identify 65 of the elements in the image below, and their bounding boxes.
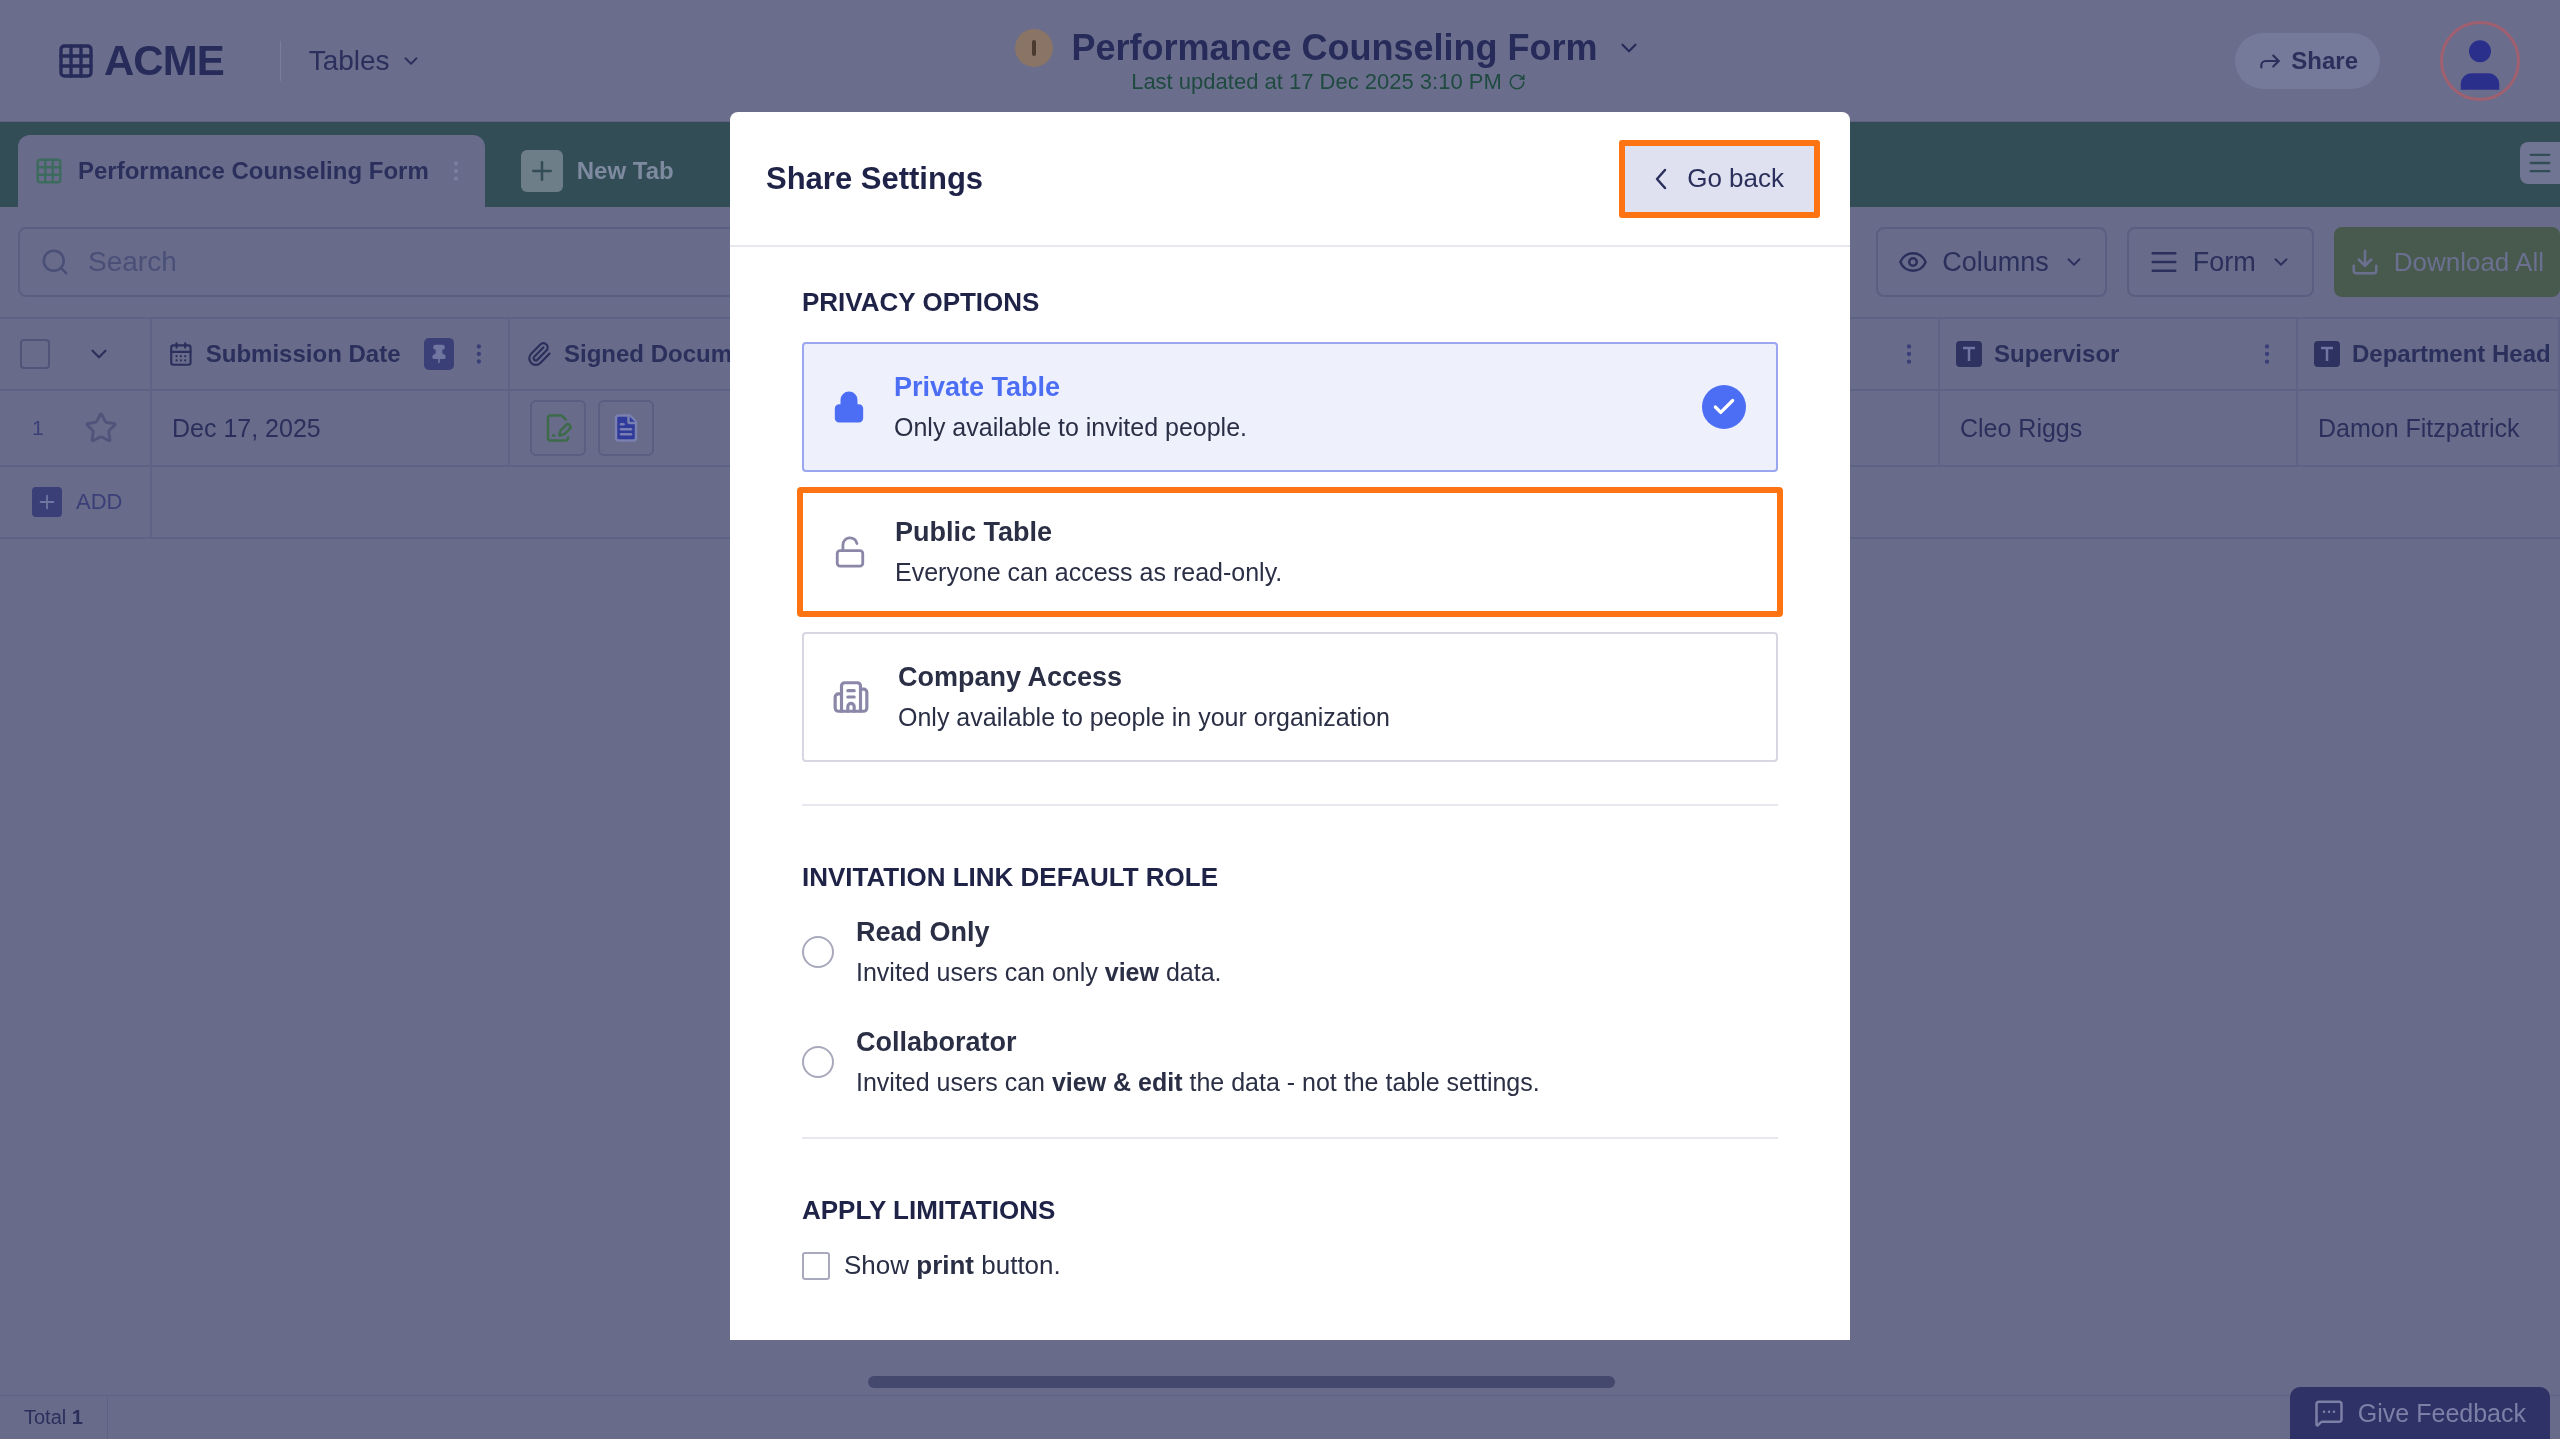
refresh-icon[interactable]: [1507, 72, 1526, 91]
dialog-title: Share Settings: [766, 160, 984, 197]
menu-button[interactable]: [2520, 142, 2560, 184]
text-type-icon: [2314, 341, 2340, 367]
tables-nav[interactable]: Tables: [279, 40, 422, 81]
give-feedback-button[interactable]: Give Feedback: [2289, 1387, 2550, 1439]
privacy-option[interactable]: Company Access Only available to people in your organization: [802, 632, 1778, 762]
plus-icon: [520, 150, 563, 192]
check-icon: [1702, 385, 1746, 429]
search-icon: [40, 247, 70, 277]
share-button[interactable]: Share: [2235, 32, 2380, 89]
signed-file-icon[interactable]: [530, 400, 586, 456]
role-description: Invited users can only view data.: [856, 958, 1223, 987]
scrollbar-thumb[interactable]: [868, 1376, 1615, 1388]
role-title: Read Only: [856, 917, 991, 948]
logo-text: ACME: [104, 36, 224, 85]
tab[interactable]: Performance Counseling Form: [18, 135, 485, 207]
option-description: Only available to people in your organization: [898, 703, 1391, 732]
limitation-checkbox[interactable]: [802, 1251, 830, 1280]
role-radio[interactable]: [802, 1046, 834, 1078]
column-header[interactable]: Supervisor: [1994, 340, 2120, 368]
option-description: Only available to invited people.: [894, 413, 1248, 442]
section-title: INVITATION LINK DEFAULT ROLE: [802, 862, 1219, 893]
tab[interactable]: New Tab: [504, 135, 690, 207]
table-cell: Damon Fitzpatrick: [2318, 413, 2520, 443]
privacy-option[interactable]: Public Table Everyone can access as read-only.: [797, 487, 1783, 617]
download-button[interactable]: Download All: [2333, 227, 2560, 297]
role-title: Collaborator: [856, 1027, 1018, 1058]
last-updated-text: Last updated at 17 Dec 2025 3:10 PM: [1131, 68, 1502, 95]
section-title: PRIVACY OPTIONS: [802, 287, 1041, 318]
text-type-icon: [1956, 341, 1982, 367]
calendar-icon: [168, 341, 194, 367]
table-grid-icon: [34, 156, 64, 186]
option-description: Everyone can access as read-only.: [895, 558, 1284, 587]
option-title: Company Access: [898, 662, 1124, 693]
go-back-button[interactable]: Go back: [1619, 139, 1820, 218]
pin-icon[interactable]: [424, 338, 455, 370]
total-count: Total 1: [24, 1406, 83, 1429]
columns-button[interactable]: Columns: [1876, 227, 2107, 297]
section-title: APPLY LIMITATIONS: [802, 1195, 1057, 1226]
unlocked-lock-icon: [833, 535, 867, 569]
column-header[interactable]: Department Head: [2352, 340, 2551, 368]
table-cell: Dec 17, 2025: [172, 413, 321, 443]
feedback-icon: [2313, 1398, 2344, 1428]
select-all-checkbox[interactable]: [20, 339, 50, 369]
document-file-icon[interactable]: [598, 400, 654, 456]
paperclip-icon: [526, 341, 552, 367]
form-button[interactable]: Form: [2126, 227, 2314, 297]
privacy-option[interactable]: Private Table Only available to invited people.: [802, 342, 1778, 472]
role-radio[interactable]: [802, 936, 834, 968]
form-avatar-icon: [1015, 28, 1054, 67]
column-header[interactable]: Signed Docum: [564, 340, 732, 368]
limitation-label: Show print button.: [844, 1250, 1061, 1281]
role-description: Invited users can view & edit the data - not the table settings.: [856, 1068, 1541, 1097]
form-title: Performance Counseling Form: [1071, 26, 1598, 69]
option-title: Private Table: [894, 372, 1062, 403]
star-icon[interactable]: [83, 411, 118, 445]
lock-icon: [832, 390, 866, 424]
column-header[interactable]: Submission Date: [205, 340, 401, 368]
table-cell: Cleo Riggs: [1960, 413, 2083, 443]
building-icon: [832, 678, 870, 716]
chevron-left-icon: [1655, 167, 1668, 190]
option-title: Public Table: [895, 517, 1054, 548]
plus-icon: [32, 487, 62, 517]
acme-logo[interactable]: ACME: [56, 36, 224, 85]
